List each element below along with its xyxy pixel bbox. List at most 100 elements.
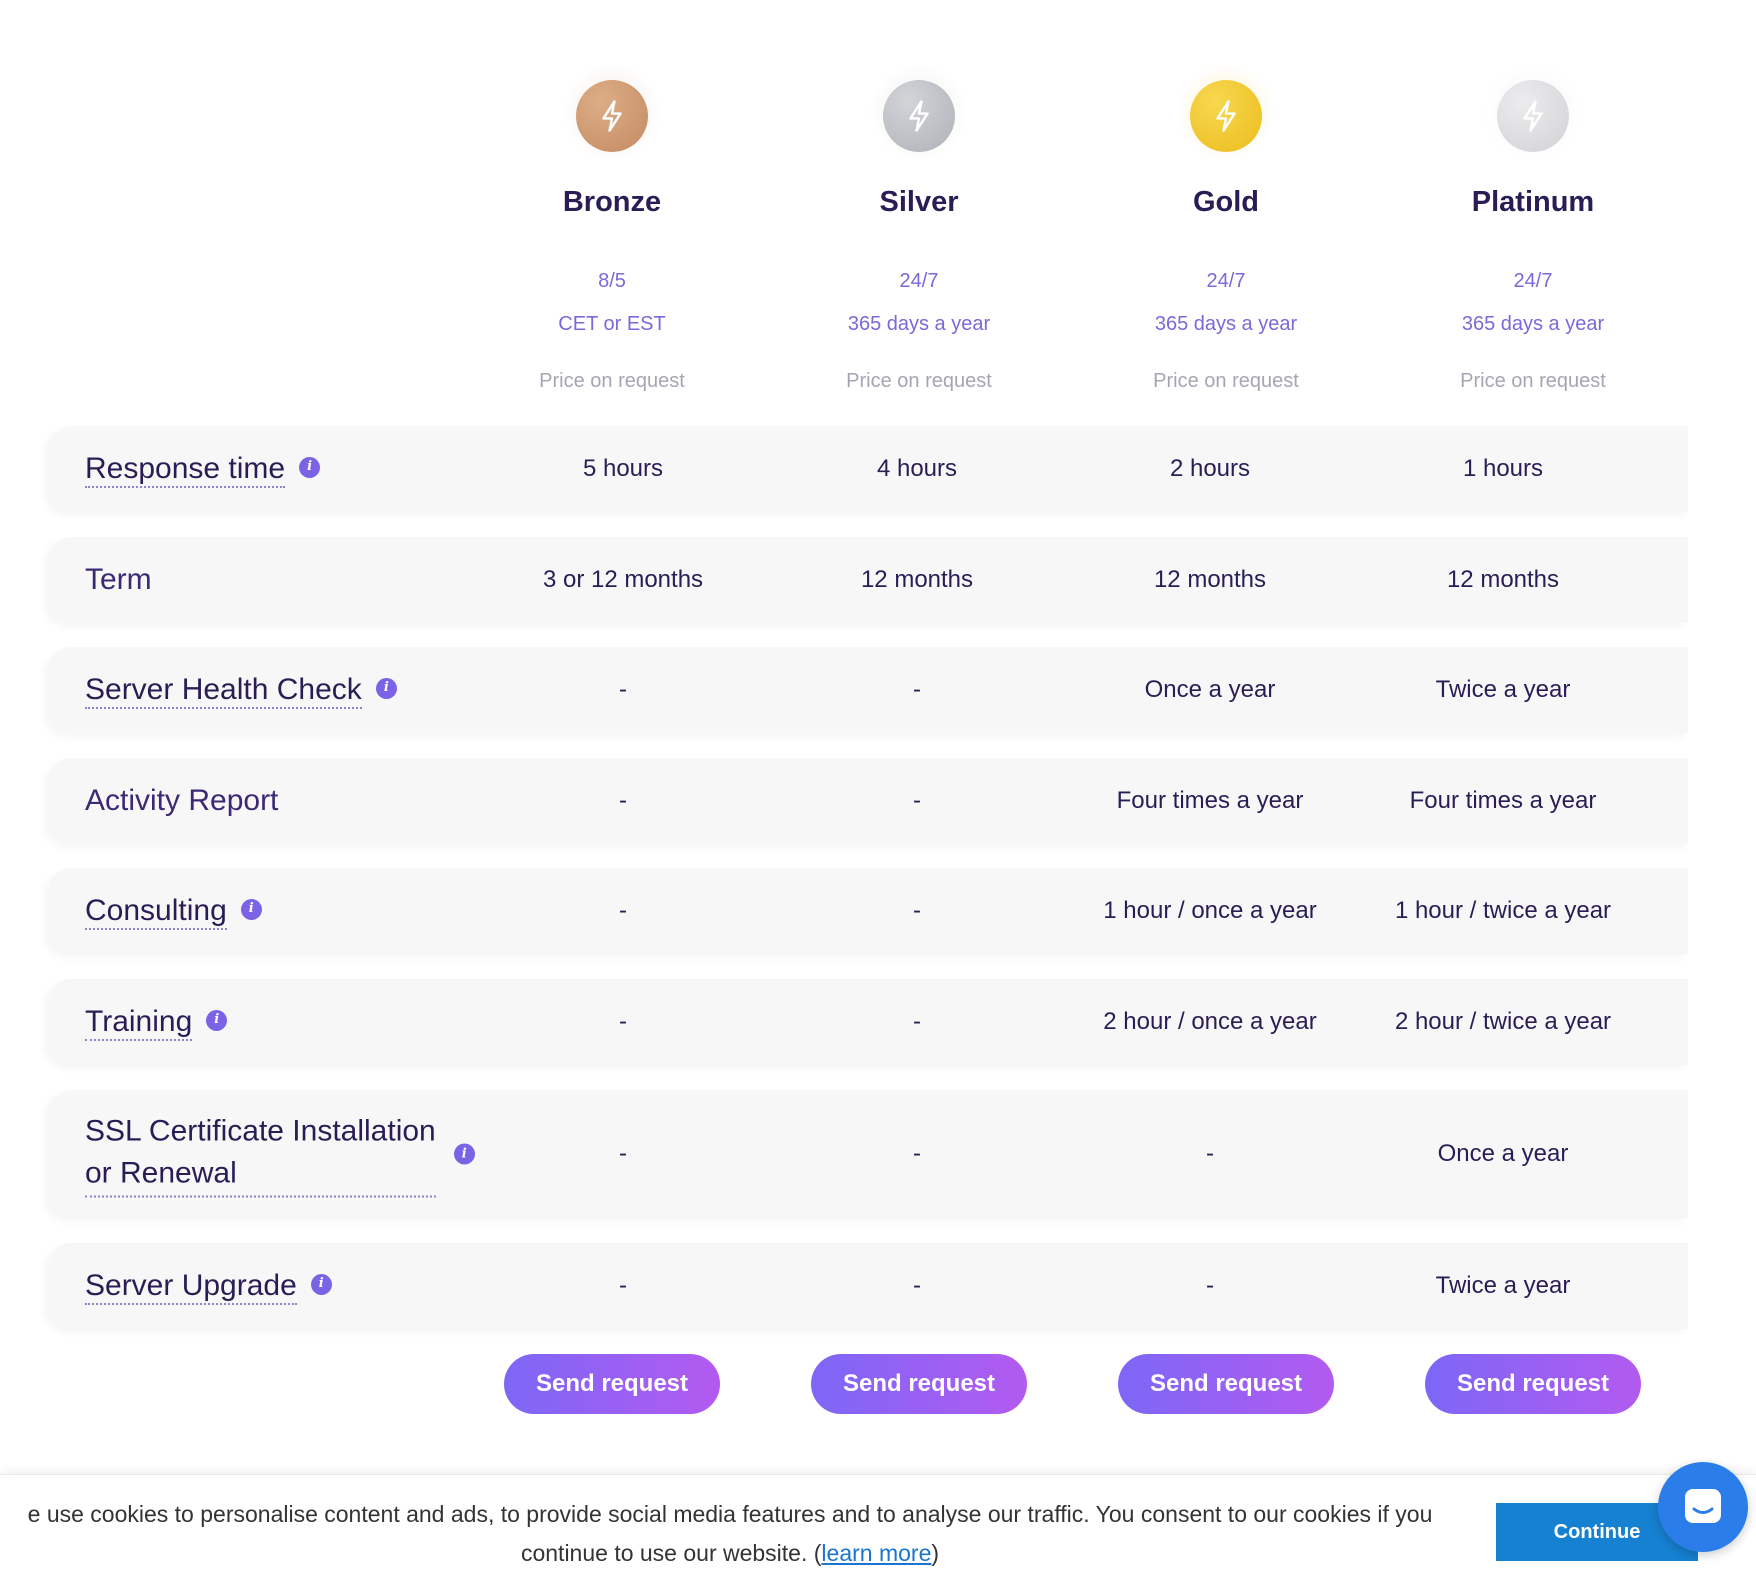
feature-label: Term [85, 559, 152, 601]
feature-row-server-upgrade: Server Upgrade i - - - Twice a year [48, 1243, 1688, 1329]
feature-value-gold: 1 hour / once a year [1103, 897, 1317, 924]
chat-launcher-button[interactable] [1658, 1462, 1748, 1552]
feature-value-bronze: 3 or 12 months [542, 566, 704, 593]
feature-label: Response time i [85, 448, 321, 490]
availability-hours: 24/7 [1206, 270, 1246, 292]
feature-value-silver: - [913, 787, 921, 814]
plan-availability: 24/7 365 days a year [1383, 260, 1683, 346]
feature-value-platinum: Twice a year [1435, 676, 1571, 703]
send-request-button-gold[interactable]: Send request [1118, 1354, 1334, 1414]
feature-label: Activity Report [85, 780, 278, 822]
plan-availability: 24/7 365 days a year [1076, 260, 1376, 346]
feature-label-line: or Renewal [85, 1156, 237, 1190]
info-icon[interactable]: i [375, 677, 397, 699]
feature-value-gold: Four times a year [1116, 787, 1304, 814]
plan-name: Bronze [562, 186, 662, 218]
info-icon[interactable]: i [299, 456, 321, 478]
plan-availability: 24/7 365 days a year [769, 260, 1069, 346]
feature-label-text[interactable]: Response time [85, 452, 286, 488]
feature-label-text[interactable]: Training [85, 1005, 193, 1041]
feature-value-bronze: 5 hours [582, 455, 664, 482]
availability-hours: 24/7 [1513, 270, 1553, 292]
cookie-message-text: e use cookies to personalise content and… [27, 1501, 1433, 1527]
feature-value-silver: - [913, 897, 921, 924]
feature-label-text: Term [85, 563, 152, 596]
bolt-icon [909, 100, 929, 132]
info-icon[interactable]: i [453, 1143, 475, 1165]
feature-row-ssl-certificate: SSL Certificate Installation or Renewal … [48, 1090, 1688, 1218]
feature-row-server-health-check: Server Health Check i - - Once a year Twi… [48, 647, 1688, 733]
cookie-message-text: continue to use our website. ( [520, 1540, 822, 1566]
feature-value-platinum: 1 hour / twice a year [1394, 897, 1612, 924]
info-icon[interactable]: i [310, 1273, 332, 1295]
feature-label-text[interactable]: Consulting [85, 894, 227, 930]
cookie-message-text: ) [931, 1540, 940, 1566]
feature-row-activity-report: Activity Report - - Four times a year Fo… [48, 758, 1688, 844]
gold-medal-icon [1190, 80, 1262, 152]
feature-row-training: Training i - - 2 hour / once a year 2 hou… [48, 979, 1688, 1065]
learn-more-link[interactable]: learn more [821, 1540, 931, 1566]
plan-price: Price on request [1460, 370, 1606, 392]
feature-row-term: Term 3 or 12 months 12 months 12 months … [48, 537, 1688, 623]
send-request-button-platinum[interactable]: Send request [1425, 1354, 1641, 1414]
feature-value-platinum: 1 hours [1462, 455, 1544, 482]
availability-note: 365 days a year [847, 313, 991, 335]
feature-value-bronze: - [619, 1272, 627, 1299]
feature-label-line: SSL Certificate Installation [85, 1114, 436, 1148]
plan-price: Price on request [846, 370, 992, 392]
availability-hours: 8/5 [598, 270, 626, 292]
plan-name: Silver [879, 186, 959, 218]
plan-name: Gold [1192, 186, 1260, 218]
availability-hours: 24/7 [899, 270, 939, 292]
feature-label: SSL Certificate Installation or Renewal … [85, 1111, 475, 1198]
cookie-message: e use cookies to personalise content and… [0, 1495, 1480, 1573]
feature-value-silver: - [913, 676, 921, 703]
availability-note: 365 days a year [1154, 313, 1298, 335]
plan-gold: Gold 24/7 365 days a year Price on reque… [1076, 40, 1376, 410]
plan-availability: 8/5 CET or EST [462, 260, 762, 346]
feature-label: Training i [85, 1001, 228, 1043]
feature-value-platinum: 12 months [1446, 566, 1560, 593]
plan-price: Price on request [539, 370, 685, 392]
feature-label: Server Upgrade i [85, 1265, 332, 1307]
feature-value-bronze: - [619, 897, 627, 924]
feature-label-text[interactable]: Server Health Check [85, 673, 362, 709]
feature-value-gold: Once a year [1144, 676, 1276, 703]
plan-bronze: Bronze 8/5 CET or EST Price on request [462, 40, 762, 410]
plan-platinum: Platinum 24/7 365 days a year Price on r… [1383, 40, 1683, 410]
feature-value-silver: - [913, 1272, 921, 1299]
feature-label-text[interactable]: SSL Certificate Installation or Renewal [85, 1111, 436, 1198]
feature-label-text: Activity Report [85, 784, 279, 817]
send-request-button-bronze[interactable]: Send request [504, 1354, 720, 1414]
info-icon[interactable]: i [240, 898, 262, 920]
plan-name: Platinum [1471, 186, 1595, 218]
feature-row-consulting: Consulting i - - 1 hour / once a year 1 h… [48, 868, 1688, 954]
availability-note: 365 days a year [1461, 313, 1605, 335]
feature-value-bronze: - [619, 787, 627, 814]
feature-value-gold: 2 hours [1169, 455, 1251, 482]
feature-label-text[interactable]: Server Upgrade [85, 1269, 297, 1305]
feature-value-platinum: 2 hour / twice a year [1394, 1008, 1612, 1035]
feature-value-platinum: Twice a year [1435, 1272, 1571, 1299]
feature-row-response-time: Response time i 5 hours 4 hours 2 hours 1… [48, 426, 1688, 512]
feature-value-silver: 12 months [860, 566, 974, 593]
bolt-icon [1523, 100, 1543, 132]
cookie-banner: e use cookies to personalise content and… [0, 1474, 1756, 1584]
feature-value-bronze: - [619, 676, 627, 703]
feature-value-bronze: - [619, 1140, 627, 1167]
feature-value-gold: - [1206, 1140, 1214, 1167]
plan-price: Price on request [1153, 370, 1299, 392]
feature-value-gold: 12 months [1153, 566, 1267, 593]
info-icon[interactable]: i [206, 1009, 228, 1031]
feature-value-gold: - [1206, 1272, 1214, 1299]
feature-label: Server Health Check i [85, 669, 397, 711]
bolt-icon [602, 100, 622, 132]
feature-value-silver: - [913, 1140, 921, 1167]
feature-value-silver: 4 hours [876, 455, 958, 482]
send-request-button-silver[interactable]: Send request [811, 1354, 1027, 1414]
feature-value-silver: - [913, 1008, 921, 1035]
feature-value-platinum: Four times a year [1409, 787, 1597, 814]
platinum-medal-icon [1497, 80, 1569, 152]
silver-medal-icon [883, 80, 955, 152]
chat-bubble-icon [1685, 1489, 1721, 1523]
